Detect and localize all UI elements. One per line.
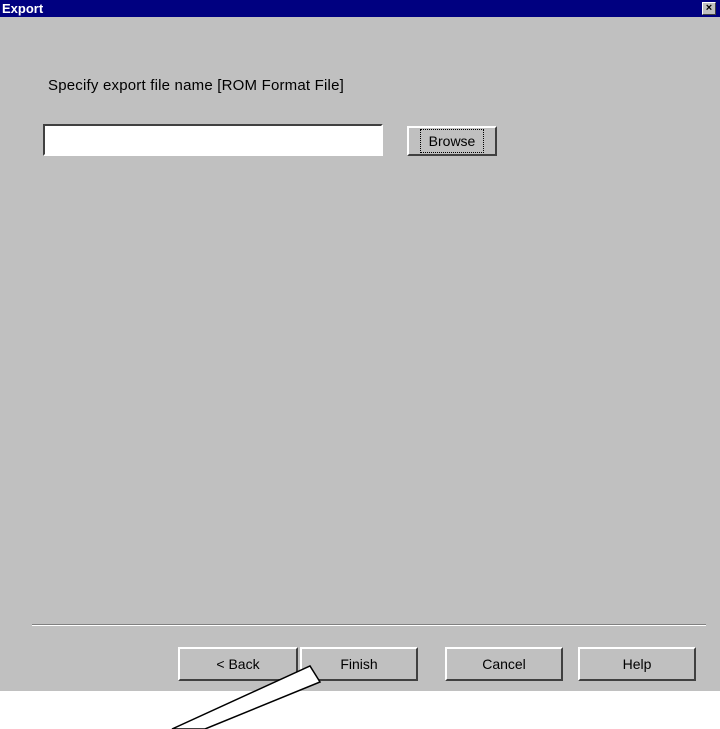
export-filename-input[interactable] <box>43 124 383 156</box>
close-icon: × <box>705 2 713 14</box>
finish-button[interactable]: Finish <box>300 647 418 681</box>
window-title: Export <box>2 1 44 16</box>
browse-button-label: Browse <box>419 129 485 153</box>
help-button[interactable]: Help <box>578 647 696 681</box>
document-background <box>0 691 720 729</box>
cancel-button[interactable]: Cancel <box>445 647 563 681</box>
cancel-button-label: Cancel <box>482 656 526 672</box>
close-button[interactable]: × <box>702 2 716 15</box>
separator-line <box>32 624 706 626</box>
finish-button-label: Finish <box>340 656 378 672</box>
help-button-label: Help <box>622 656 652 672</box>
back-button[interactable]: < Back <box>178 647 298 681</box>
prompt-label: Specify export file name [ROM Format Fil… <box>48 77 344 94</box>
browse-button[interactable]: Browse <box>407 126 497 156</box>
back-button-label: < Back <box>216 656 260 672</box>
dialog-body: Specify export file name [ROM Format Fil… <box>0 17 720 691</box>
title-bar: Export × <box>0 0 720 17</box>
